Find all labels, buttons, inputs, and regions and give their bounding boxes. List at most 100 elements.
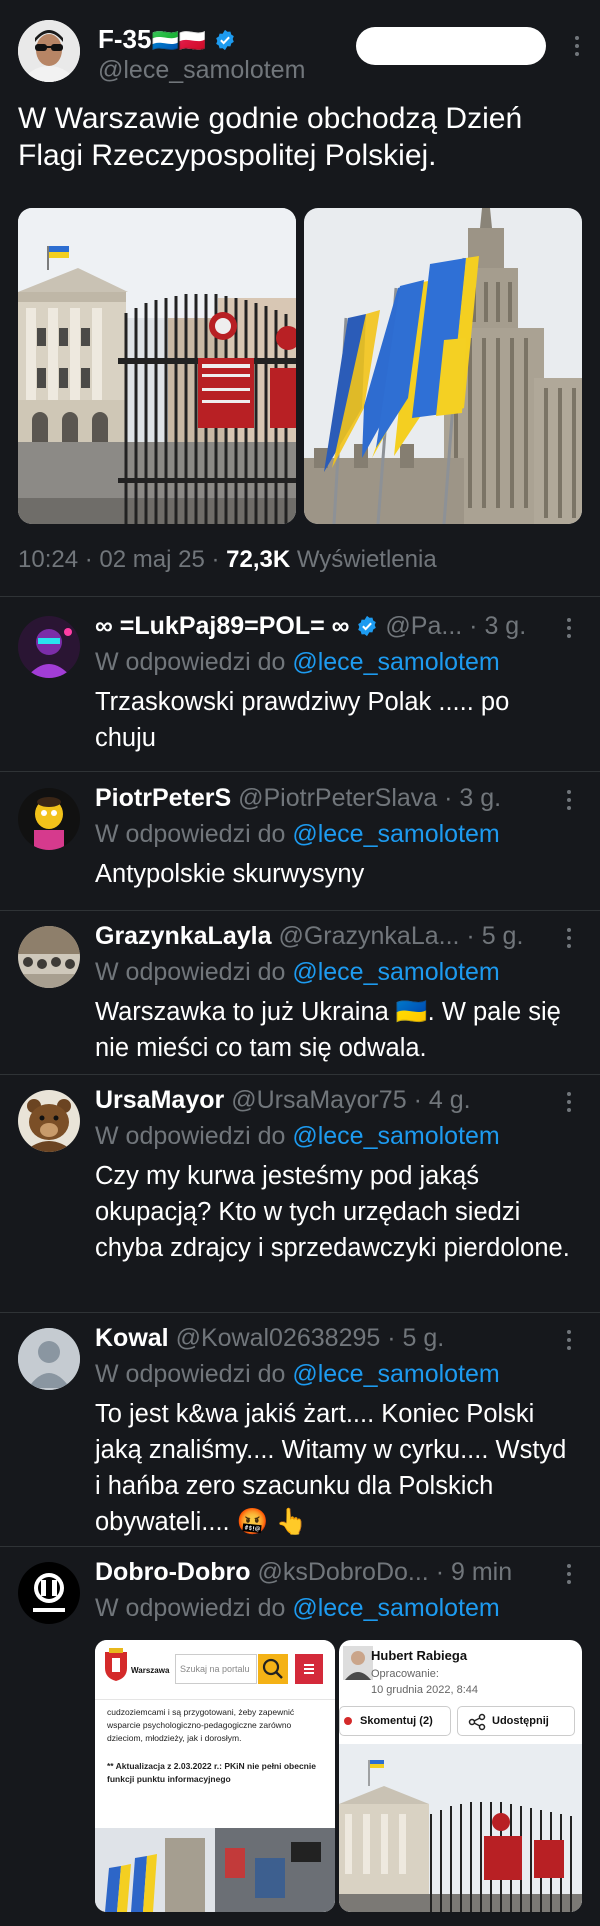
reply-age: · 5 g.: [387, 1324, 445, 1352]
comment-button[interactable]: Skomentuj (2): [339, 1706, 451, 1736]
author-name[interactable]: F-35🇸🇱🇵🇱: [98, 24, 236, 55]
reply-to-link[interactable]: @lece_samolotem: [292, 1122, 499, 1150]
reply-context: W odpowiedzi do @lece_samolotem: [95, 1360, 500, 1389]
reply-avatar[interactable]: [18, 1328, 80, 1390]
more-options-icon[interactable]: [566, 1564, 572, 1586]
avatar-image: [18, 616, 80, 678]
hamburger-icon: [304, 1664, 314, 1674]
reply-6[interactable]: Dobro-Dobro @ksDobroDo... · 9 min W odpo…: [0, 1558, 600, 1638]
comment-icon: [344, 1717, 352, 1725]
reply-context-prefix: W odpowiedzi do: [95, 958, 293, 986]
site-menu-button[interactable]: [295, 1654, 323, 1684]
palace-of-culture-image: [304, 208, 582, 524]
site-search-input[interactable]: Szukaj na portalu: [175, 1654, 257, 1684]
views-label: Wyświetlenia: [290, 546, 437, 573]
reply-avatar[interactable]: [18, 1562, 80, 1624]
more-options-icon[interactable]: [566, 1092, 572, 1114]
author-avatar[interactable]: [18, 20, 80, 82]
reply-context: W odpowiedzi do @lece_samolotem: [95, 1594, 500, 1623]
tweet-text: W Warszawie godnie obchodzą Dzień Flagi …: [18, 102, 523, 172]
reply-author-handle[interactable]: @PiotrPeterSlava: [238, 784, 437, 812]
reply-context-prefix: W odpowiedzi do: [95, 648, 293, 676]
reply-to-link[interactable]: @lece_samolotem: [292, 1594, 499, 1622]
verified-badge-icon: [358, 615, 377, 637]
reply-author-name[interactable]: GrazynkaLayla: [95, 922, 272, 950]
reply-to-link[interactable]: @lece_samolotem: [292, 820, 499, 848]
reply-author-handle[interactable]: @GrazynkaLa...: [278, 922, 459, 950]
share-icon: [468, 1713, 486, 1731]
tweet-photo-2[interactable]: [304, 208, 582, 524]
divider: [0, 910, 600, 911]
reply-image-left[interactable]: Warszawa Szukaj na portalu cudzoziemcami…: [95, 1640, 335, 1912]
reply-author-handle[interactable]: @UrsaMayor75: [231, 1086, 406, 1114]
reply-context-prefix: W odpowiedzi do: [95, 1360, 293, 1388]
reply-text: Trzaskowski prawdziwy Polak ..... po chu…: [95, 688, 510, 752]
reply-author-name[interactable]: Dobro-Dobro: [95, 1558, 251, 1586]
reply-avatar[interactable]: [18, 616, 80, 678]
reply-to-link[interactable]: @lece_samolotem: [292, 958, 499, 986]
site-paragraph: cudzoziemcami i są przygotowani, żeby za…: [107, 1707, 295, 1743]
flag-emoji: 🇸🇱🇵🇱: [151, 28, 207, 53]
more-options-icon[interactable]: [566, 790, 572, 812]
share-button[interactable]: Udostępnij: [457, 1706, 575, 1736]
more-options-icon[interactable]: [574, 36, 580, 58]
reply-text: Antypolskie skurwysyny: [95, 860, 365, 888]
reply-author-handle[interactable]: @ksDobroDo...: [257, 1558, 428, 1586]
reply-author-handle[interactable]: @Kowal02638295: [176, 1324, 381, 1352]
reply-avatar[interactable]: [18, 1090, 80, 1152]
more-options-icon[interactable]: [566, 618, 572, 640]
reply-author-name[interactable]: UrsaMayor: [95, 1086, 224, 1114]
warsaw-crest-icon: [105, 1648, 127, 1681]
reply-author-name[interactable]: Kowal: [95, 1324, 169, 1352]
more-options-icon[interactable]: [566, 928, 572, 950]
divider: [0, 1546, 600, 1547]
reply-image-right[interactable]: Hubert Rabiega Opracowanie: 10 grudnia 2…: [339, 1640, 582, 1912]
author-photo: [343, 1646, 373, 1680]
reply-avatar[interactable]: [18, 926, 80, 988]
article-photo: [339, 1744, 582, 1912]
reply-to-link[interactable]: @lece_samolotem: [292, 648, 499, 676]
reply-author-name[interactable]: PiotrPeterS: [95, 784, 231, 812]
author-name-text: F-35: [98, 24, 152, 54]
reply-context: W odpowiedzi do @lece_samolotem: [95, 958, 500, 987]
site-header: Warszawa Szukaj na portalu: [95, 1640, 335, 1700]
reply-2[interactable]: PiotrPeterS @PiotrPeterSlava · 3 g. W od…: [0, 784, 600, 908]
reply-age: · 3 g.: [444, 784, 502, 812]
site-search-button[interactable]: [258, 1654, 288, 1684]
reply-author-handle[interactable]: @Pa...: [385, 612, 462, 640]
tweet-header: F-35🇸🇱🇵🇱 @lece_samolotem: [18, 20, 582, 90]
share-button-label: Udostępnij: [492, 1715, 549, 1727]
reply-4[interactable]: UrsaMayor @UrsaMayor75 · 4 g. W odpowied…: [0, 1086, 600, 1310]
divider: [0, 1074, 600, 1075]
divider: [0, 1312, 600, 1313]
reply-age: · 5 g.: [466, 922, 524, 950]
avatar-image: [18, 1562, 80, 1624]
reply-age: · 4 g.: [413, 1086, 471, 1114]
tweet-meta: 10:24 · 02 maj 25 · 72,3K Wyświetlenia: [18, 546, 437, 574]
divider: [0, 596, 600, 597]
author-handle[interactable]: @lece_samolotem: [98, 56, 305, 85]
tweet-photo-1[interactable]: [18, 208, 296, 524]
reply-3[interactable]: GrazynkaLayla @GrazynkaLa... · 5 g. W od…: [0, 922, 600, 1072]
reply-context-prefix: W odpowiedzi do: [95, 1122, 293, 1150]
comment-button-label: Skomentuj (2): [360, 1715, 433, 1727]
article-author: Hubert Rabiega: [371, 1648, 468, 1663]
redacted-button: [356, 27, 546, 65]
avatar-image: [18, 20, 80, 82]
reply-5[interactable]: Kowal @Kowal02638295 · 5 g. W odpowiedzi…: [0, 1324, 600, 1550]
reply-context-prefix: W odpowiedzi do: [95, 1594, 293, 1622]
reply-context: W odpowiedzi do @lece_samolotem: [95, 1122, 500, 1151]
reply-context: W odpowiedzi do @lece_samolotem: [95, 648, 500, 677]
tweet-timestamp[interactable]: 10:24 · 02 maj 25 ·: [18, 546, 226, 573]
site-photo: [95, 1828, 335, 1912]
city-hall-image: [18, 208, 296, 524]
article-date: 10 grudnia 2022, 8:44: [371, 1684, 479, 1696]
reply-age: · 9 min: [435, 1558, 513, 1586]
more-options-icon[interactable]: [566, 1330, 572, 1352]
search-icon: [262, 1658, 283, 1679]
reply-1[interactable]: ∞ =LukPaj89=POL= ∞ @Pa... · 3 g. W odpow…: [0, 612, 600, 772]
reply-to-link[interactable]: @lece_samolotem: [292, 1360, 499, 1388]
reply-text: Warszawka to już Ukraina 🇺🇦. W pale się …: [95, 998, 561, 1062]
reply-author-name[interactable]: ∞ =LukPaj89=POL= ∞: [95, 612, 350, 640]
reply-avatar[interactable]: [18, 788, 80, 850]
